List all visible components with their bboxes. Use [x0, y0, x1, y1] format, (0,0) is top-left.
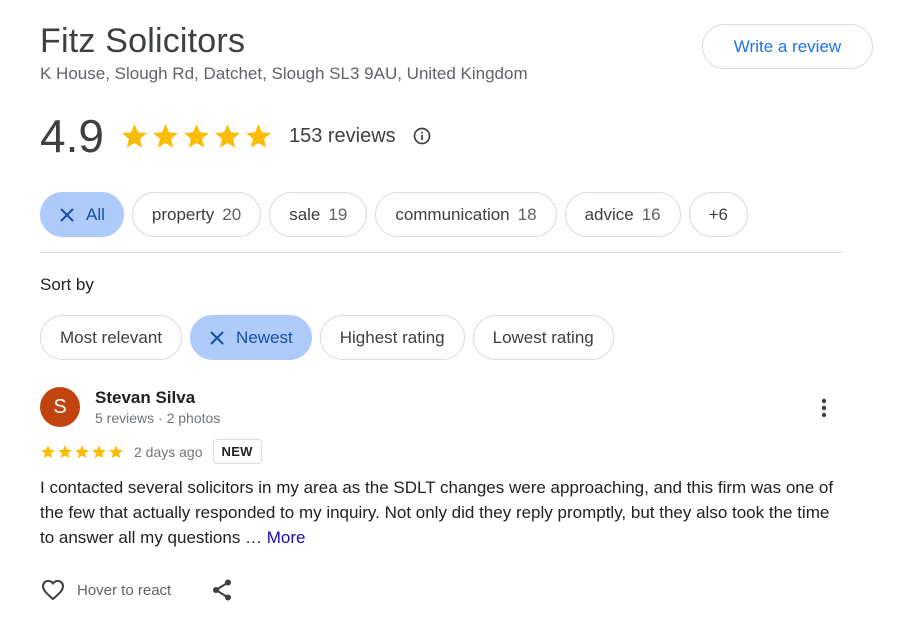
chip-label: Lowest rating: [492, 327, 594, 347]
chip-label: sale: [289, 204, 321, 224]
review-count: 153 reviews: [288, 124, 396, 147]
topic-chip-all[interactable]: All: [40, 192, 124, 237]
chip-label: communication: [395, 204, 510, 224]
more-options-icon[interactable]: [812, 394, 836, 422]
chip-count: 18: [517, 204, 537, 224]
avatar[interactable]: S: [40, 387, 80, 427]
star-icon: [92, 444, 106, 458]
topic-chip-communication[interactable]: communication 18: [375, 192, 557, 237]
review-body: I contacted several solicitors in my are…: [40, 478, 834, 547]
topic-chip-sale[interactable]: sale 19: [269, 192, 368, 237]
chip-label: Highest rating: [339, 327, 445, 347]
close-icon: [208, 329, 226, 347]
topic-filter-chips: All property 20 sale 19 communication 18 advice…: [40, 192, 749, 237]
chip-label: All: [86, 204, 105, 224]
review-actions: Hover to react: [40, 576, 233, 604]
business-address: K House, Slough Rd, Datchet, Slough SL3 …: [40, 64, 528, 83]
chip-count: 20: [222, 204, 242, 224]
review-meta-row: 2 days ago NEW: [40, 438, 262, 465]
chip-label: advice: [584, 204, 634, 224]
heart-icon[interactable]: [40, 577, 66, 603]
chip-label: Most relevant: [60, 327, 163, 347]
sort-chip-most-relevant[interactable]: Most relevant: [40, 315, 183, 360]
share-icon[interactable]: [211, 578, 233, 602]
star-icon: [246, 123, 271, 148]
sort-chip-highest-rating[interactable]: Highest rating: [319, 315, 465, 360]
star-icon: [215, 123, 240, 148]
star-icon: [122, 123, 147, 148]
close-icon: [58, 206, 76, 224]
star-icon: [184, 123, 209, 148]
more-link[interactable]: More: [267, 528, 306, 547]
reviews-page: Fitz Solicitors K House, Slough Rd, Datc…: [0, 0, 904, 617]
rating-value: 4.9: [40, 110, 104, 162]
star-icon: [153, 123, 178, 148]
rating-summary: 4.9 153 reviews: [40, 108, 432, 164]
sort-chip-lowest-rating[interactable]: Lowest rating: [472, 315, 614, 360]
topic-chip-6[interactable]: +6: [688, 192, 749, 237]
divider: [40, 252, 842, 253]
info-icon[interactable]: [412, 126, 432, 146]
new-badge: NEW: [212, 439, 262, 464]
star-icon: [75, 444, 89, 458]
chip-count: 19: [328, 204, 348, 224]
review-stars: [40, 444, 124, 460]
review-text: I contacted several solicitors in my are…: [40, 475, 842, 550]
review-date: 2 days ago: [134, 443, 203, 460]
chip-label: property: [151, 204, 215, 224]
reviewer-name[interactable]: Stevan Silva: [95, 388, 195, 408]
chip-count: 16: [641, 204, 661, 224]
star-icon: [58, 444, 72, 458]
sort-chip-newest[interactable]: Newest: [190, 315, 312, 360]
review-card: S Stevan Silva 5 reviews · 2 photos 2 da…: [40, 386, 842, 616]
sort-by-label: Sort by: [40, 275, 94, 294]
sort-options: Most relevant Newest Highest rating Lowest …: [40, 315, 614, 360]
topic-chip-property[interactable]: property 20: [131, 192, 262, 237]
topic-chip-advice[interactable]: advice 16: [564, 192, 681, 237]
star-icon: [41, 444, 55, 458]
rating-stars: [120, 122, 273, 151]
star-icon: [109, 444, 123, 458]
chip-label: Newest: [236, 327, 293, 347]
write-review-button[interactable]: Write a review: [702, 24, 873, 69]
business-name: Fitz Solicitors: [40, 22, 246, 60]
reviewer-meta: 5 reviews · 2 photos: [95, 410, 221, 426]
react-label: Hover to react: [77, 581, 172, 599]
chip-label: +6: [708, 204, 729, 224]
